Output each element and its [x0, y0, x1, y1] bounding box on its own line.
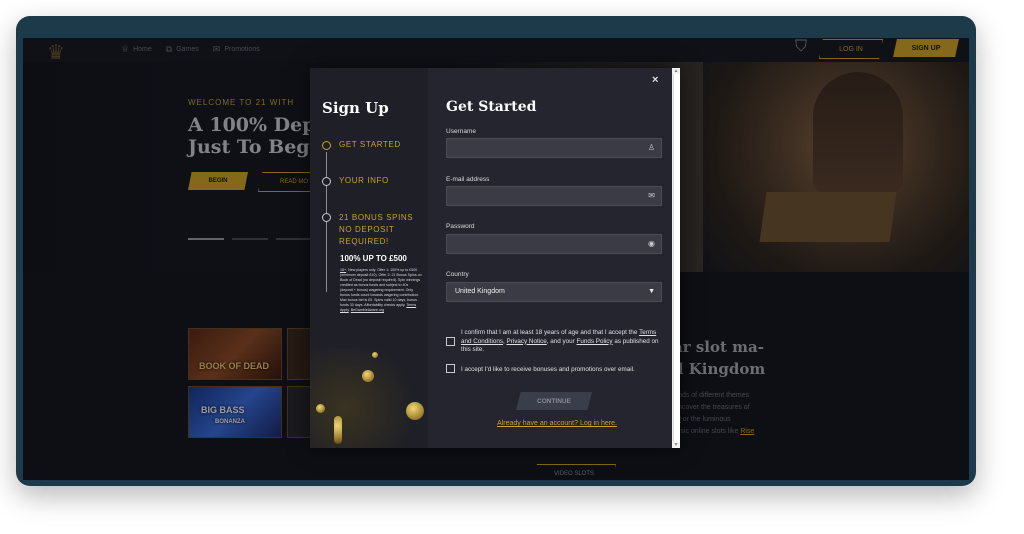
- modal-scrollbar[interactable]: ▲ ▼: [672, 68, 680, 448]
- coin-image: [334, 416, 342, 444]
- browser-viewport: ♕ Home ⧉ Games ✉ Promotions ⛉ LOG IN SIGN U…: [23, 38, 969, 480]
- marketing-text: I accept I'd like to receive bonuses and…: [461, 366, 635, 373]
- age-terms-text: I confirm that I am at least 18 years of…: [461, 329, 659, 353]
- username-label: Username: [446, 128, 476, 135]
- country-label: Country: [446, 271, 469, 278]
- email-input[interactable]: ✉: [446, 186, 662, 206]
- email-label: E-mail address: [446, 176, 490, 183]
- device-frame: ♕ Home ⧉ Games ✉ Promotions ⛉ LOG IN SIGN U…: [16, 16, 976, 486]
- bonus-offer: 100% UP TO £500: [340, 254, 407, 263]
- eye-icon[interactable]: ◉: [648, 239, 655, 248]
- caret-down-icon: ▼: [648, 288, 655, 295]
- step-your-info: YOUR INFO: [322, 176, 389, 186]
- coin-image: [406, 402, 424, 420]
- begambleaware-link[interactable]: BeGambleAware.org: [351, 308, 384, 312]
- privacy-link[interactable]: Privacy Notice: [507, 338, 547, 345]
- password-input[interactable]: ◉: [446, 234, 662, 254]
- step-bonus-spins: 21 BONUS SPINS NO DEPOSIT REQUIRED!: [322, 212, 428, 248]
- step-marker: [322, 177, 331, 186]
- password-label: Password: [446, 223, 475, 230]
- marketing-checkbox[interactable]: [446, 364, 455, 373]
- funds-policy-link[interactable]: Funds Policy: [577, 338, 613, 345]
- signup-steps-panel: Sign Up GET STARTED YOUR INFO 21 BONUS S…: [310, 68, 428, 448]
- step-marker: [322, 213, 331, 222]
- form-title: Get Started: [446, 99, 537, 115]
- country-select[interactable]: United Kingdom ▼: [446, 282, 662, 302]
- step-get-started: GET STARTED: [322, 140, 401, 150]
- bonus-terms: 18+. New players only. Offer 1: 100% up …: [340, 268, 422, 312]
- coin-image: [316, 404, 325, 413]
- close-icon[interactable]: ×: [652, 74, 658, 86]
- coins-decoration: [310, 348, 428, 448]
- user-icon: ♙: [647, 143, 655, 152]
- scrollbar-thumb[interactable]: [673, 74, 680, 442]
- continue-button[interactable]: CONTINUE: [516, 392, 592, 410]
- envelope-icon: ✉: [648, 191, 655, 200]
- username-input[interactable]: ♙: [446, 138, 662, 158]
- coin-image: [372, 352, 378, 358]
- step-marker: [322, 141, 331, 150]
- signup-title: Sign Up: [322, 99, 389, 117]
- login-link[interactable]: Already have an account? Log in here.: [492, 420, 622, 427]
- age-terms-checkbox[interactable]: [446, 337, 455, 346]
- signup-modal: Sign Up GET STARTED YOUR INFO 21 BONUS S…: [310, 68, 680, 448]
- coin-image: [362, 370, 374, 382]
- scroll-down-icon[interactable]: ▼: [673, 442, 679, 448]
